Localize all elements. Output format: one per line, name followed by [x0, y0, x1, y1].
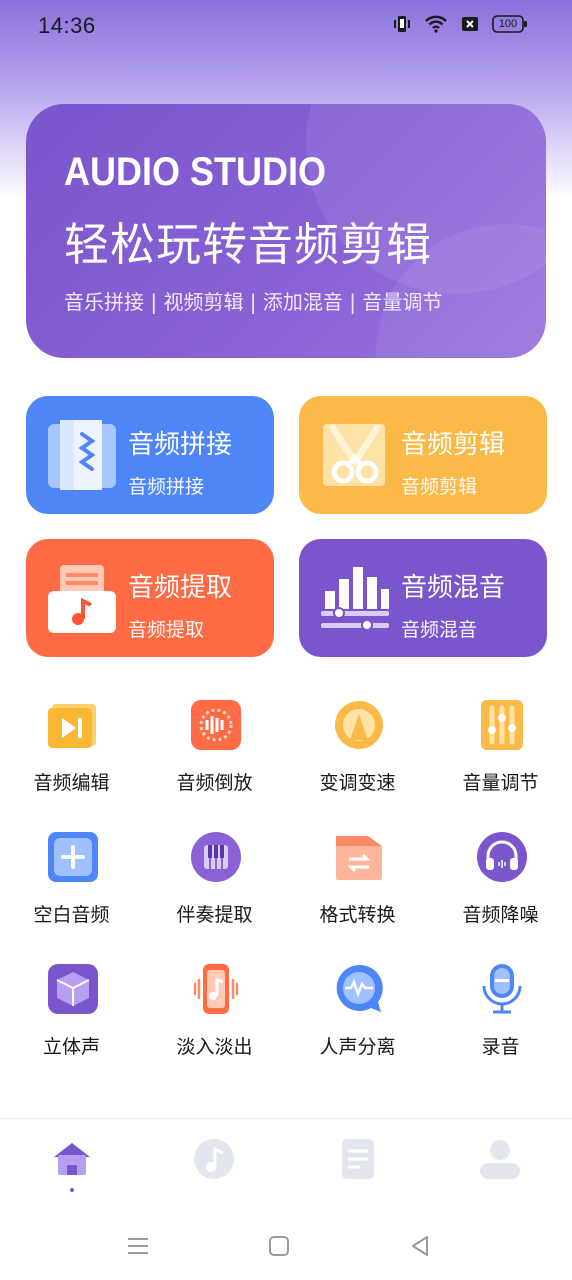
home-icon: [54, 1143, 90, 1175]
card-title: 音频混音: [401, 573, 506, 603]
fade-icon: [193, 964, 239, 1014]
battery-icon: 100: [492, 15, 528, 33]
cube-icon: [48, 964, 98, 1014]
card-title: 音频剪辑: [401, 430, 506, 460]
tool-denoise[interactable]: 音频降噪: [429, 830, 572, 940]
nav-home[interactable]: [50, 1137, 94, 1181]
tool-format-convert[interactable]: 格式转换: [286, 830, 429, 940]
nav-active-dot: [70, 1188, 74, 1192]
vibrate-icon: [392, 14, 412, 34]
music-folder-icon: [48, 565, 116, 633]
tool-accompaniment[interactable]: 伴奏提取: [143, 830, 286, 940]
nav-files[interactable]: [336, 1137, 380, 1181]
blank-audio-icon: [48, 832, 98, 882]
card-subtitle: 音频提取: [128, 619, 205, 641]
reverse-play-icon: [191, 700, 241, 750]
volume-slider-icon: [481, 700, 523, 750]
tool-label: 立体声: [42, 1036, 100, 1058]
format-convert-icon: [336, 836, 382, 880]
document-icon: [342, 1139, 374, 1179]
mixer-icon: [321, 567, 389, 631]
tool-record[interactable]: 录音: [429, 962, 572, 1072]
card-title: 音频拼接: [128, 430, 233, 460]
tool-stereo[interactable]: 立体声: [0, 962, 143, 1072]
tool-blank-audio[interactable]: 空白音频: [0, 830, 143, 940]
card-audio-mix[interactable]: 音频混音 音频混音: [299, 539, 547, 657]
tool-volume[interactable]: 音量调节: [429, 698, 572, 808]
hero-banner[interactable]: AUDIO STUDIO 轻松玩转音频剪辑 音乐拼接 | 视频剪辑 | 添加混音…: [26, 104, 546, 358]
banner-tags: 音乐拼接 | 视频剪辑 | 添加混音 | 音量调节: [64, 290, 443, 314]
microphone-icon: [482, 964, 522, 1014]
user-icon: [480, 1140, 520, 1179]
card-subtitle: 音频拼接: [128, 476, 205, 498]
battery-level: 100: [498, 18, 518, 30]
tool-label: 音频降噪: [462, 904, 539, 926]
bottom-nav: [0, 1118, 572, 1209]
pitch-speed-icon: [335, 701, 383, 749]
card-audio-splice[interactable]: 音频拼接 音频拼接: [26, 396, 274, 514]
tool-voice-separate[interactable]: 人声分离: [286, 962, 429, 1072]
voice-wave-icon: [336, 964, 383, 1012]
tool-label: 淡入淡出: [176, 1036, 253, 1058]
tool-label: 伴奏提取: [176, 904, 253, 926]
card-subtitle: 音频混音: [401, 619, 478, 641]
no-sim-icon: [460, 14, 480, 34]
back-icon[interactable]: [408, 1234, 432, 1258]
tool-label: 音频编辑: [33, 772, 110, 794]
audio-edit-icon: [48, 704, 96, 748]
card-title: 音频提取: [128, 573, 233, 603]
piano-icon: [191, 832, 241, 882]
tool-label: 人声分离: [319, 1036, 396, 1058]
music-note-icon: [194, 1139, 234, 1179]
home-square-icon[interactable]: [267, 1234, 291, 1258]
audio-splice-icon: [48, 420, 116, 490]
tool-audio-edit[interactable]: 音频编辑: [0, 698, 143, 808]
headphones-icon: [477, 832, 527, 882]
tool-label: 音频倒放: [176, 772, 253, 794]
tool-label: 空白音频: [33, 904, 110, 926]
nav-profile[interactable]: [478, 1137, 522, 1181]
tool-fade[interactable]: 淡入淡出: [143, 962, 286, 1072]
card-audio-extract[interactable]: 音频提取 音频提取: [26, 539, 274, 657]
banner-title: AUDIO STUDIO: [64, 150, 327, 194]
tool-label: 变调变速: [319, 772, 396, 794]
scissors-icon: [323, 424, 385, 486]
menu-icon[interactable]: [126, 1234, 150, 1258]
tool-label: 录音: [481, 1036, 520, 1058]
tool-pitch-speed[interactable]: 变调变速: [286, 698, 429, 808]
tool-audio-reverse[interactable]: 音频倒放: [143, 698, 286, 808]
status-bar: 14:36 100: [0, 0, 572, 52]
banner-subtitle: 轻松玩转音频剪辑: [64, 218, 433, 271]
nav-music[interactable]: [192, 1137, 236, 1181]
card-audio-cut[interactable]: 音频剪辑 音频剪辑: [299, 396, 547, 514]
system-nav-bar: [0, 1208, 572, 1280]
card-subtitle: 音频剪辑: [401, 476, 478, 498]
tool-label: 格式转换: [319, 904, 396, 926]
tool-label: 音量调节: [462, 772, 539, 794]
wifi-icon: [424, 14, 448, 34]
status-time: 14:36: [38, 13, 96, 38]
